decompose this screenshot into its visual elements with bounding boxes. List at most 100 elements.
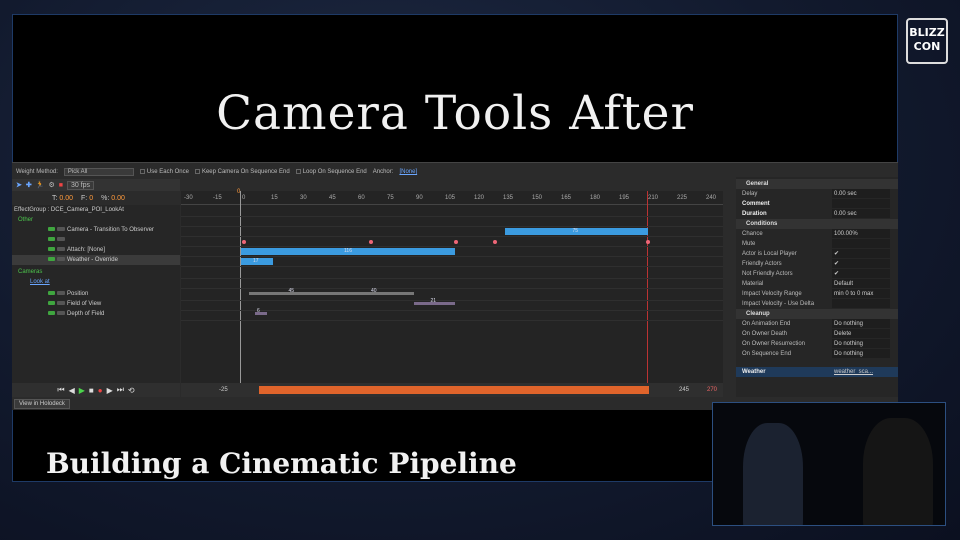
property-section-header[interactable]: Cleanup [736, 309, 898, 319]
weather-property-row[interactable]: Weather weather_sca... [736, 367, 898, 377]
tree-row[interactable]: Other [12, 215, 180, 225]
time-readout: T: 0.00 F: 0 %: 0.00 [52, 195, 125, 202]
property-key: Material [742, 281, 764, 287]
stop-icon[interactable]: ■ [89, 386, 94, 395]
loop-on-end-checkbox[interactable]: Loop On Sequence End [295, 168, 367, 175]
gear-icon[interactable]: ⚙ [48, 181, 54, 189]
record-icon[interactable]: ■ [59, 182, 63, 189]
solo-toggle-icon[interactable] [57, 257, 65, 262]
enable-toggle-icon[interactable] [48, 257, 55, 262]
run-icon[interactable]: 🏃 [36, 181, 45, 189]
clip-length-label: 116 [344, 248, 352, 254]
property-section-header[interactable]: Conditions [736, 219, 898, 229]
view-in-holodeck-button[interactable]: View in Holodeck [14, 399, 70, 409]
property-value[interactable] [832, 199, 890, 208]
anchor-link[interactable]: [None] [399, 169, 417, 175]
property-value[interactable]: 100.00% [832, 229, 890, 238]
solo-toggle-icon[interactable] [57, 291, 65, 296]
slide-subtitle: Building a Cinematic Pipeline [46, 447, 517, 480]
property-key: Duration [742, 211, 767, 217]
timeline-ruler[interactable]: -30 -15 0 15 30 45 60 75 90 105 120 135 150 165 180 195… [181, 189, 723, 205]
property-value[interactable]: min 0 to 0 max [832, 289, 890, 298]
range-start: -25 [219, 387, 228, 393]
timeline-track[interactable] [181, 237, 723, 247]
property-value[interactable]: Do nothing [832, 349, 890, 358]
keep-camera-checkbox[interactable]: Keep Camera On Sequence End [194, 168, 290, 176]
fps-select[interactable]: 30 fps [66, 180, 95, 190]
keyframe-dot[interactable] [493, 240, 497, 244]
ruler-tick: -30 [184, 195, 193, 201]
property-value[interactable]: Do nothing [832, 319, 890, 328]
solo-toggle-icon[interactable] [57, 311, 65, 316]
range-bar[interactable]: -25 245 270 [181, 383, 723, 397]
ruler-tick: 120 [474, 195, 485, 201]
property-value[interactable]: Default [832, 279, 890, 288]
enable-toggle-icon[interactable] [48, 291, 55, 296]
step-forward-icon[interactable]: ▶ [107, 386, 113, 395]
keyframe-dot[interactable] [454, 240, 458, 244]
tree-row[interactable]: Cameras [12, 267, 180, 277]
solo-toggle-icon[interactable] [57, 301, 65, 306]
tree-row[interactable]: Weather - Override [12, 255, 180, 265]
tree-row-label: Other [18, 217, 34, 223]
timeline-track[interactable] [181, 279, 723, 289]
range-slider[interactable] [259, 386, 649, 394]
property-value[interactable]: 0.00 sec [832, 209, 890, 218]
percent-label: %: [101, 195, 110, 202]
solo-toggle-icon[interactable] [57, 227, 65, 232]
tree-row[interactable]: EffectGroup : DCE_Camera_POI_LookAt [12, 205, 180, 215]
tree-row[interactable] [12, 235, 180, 245]
weight-method-select[interactable]: Pick All [63, 168, 134, 176]
skip-start-icon[interactable]: ⏮ [57, 385, 64, 395]
enable-toggle-icon[interactable] [48, 311, 55, 316]
skip-end-icon[interactable]: ⏭ [117, 385, 124, 395]
property-value[interactable]: 0.00 sec [832, 189, 890, 198]
property-value[interactable]: ✔ [832, 249, 890, 258]
keyframe-dot[interactable] [646, 240, 650, 244]
clip-length-label: 17 [253, 258, 259, 264]
property-value[interactable]: Do nothing [832, 339, 890, 348]
keep-camera-label: Keep Camera On Sequence End [201, 169, 290, 176]
sequence-editor: Weight Method: Pick All Use Each Once Ke… [12, 162, 898, 410]
enable-toggle-icon[interactable] [48, 301, 55, 306]
select-tool-icon[interactable]: ➤ [16, 181, 22, 189]
step-back-icon[interactable]: ◀ [69, 386, 75, 395]
add-icon[interactable]: ✚ [26, 181, 32, 189]
property-row: On Owner Death Delete [736, 329, 898, 339]
tree-row[interactable]: Field of View [12, 299, 180, 309]
record-button-icon[interactable]: ● [98, 386, 103, 395]
enable-toggle-icon[interactable] [48, 237, 55, 242]
solo-toggle-icon[interactable] [57, 247, 65, 252]
sequence-options-bar: Weight Method: Pick All Use Each Once Ke… [12, 167, 732, 177]
property-value[interactable] [832, 299, 890, 308]
use-each-once-label: Use Each Once [146, 169, 189, 176]
ruler-tick: 240 [706, 195, 717, 201]
timeline-track[interactable] [181, 269, 723, 279]
timeline-toolbar: ➤ ✚ 🏃 ⚙ ■ 30 fps [12, 179, 180, 191]
property-value[interactable]: ✔ [832, 259, 890, 268]
ruler-tick: -15 [213, 195, 222, 201]
keyframe-dot[interactable] [369, 240, 373, 244]
weather-value-link[interactable]: weather_sca... [832, 367, 890, 376]
tree-row[interactable]: Position [12, 289, 180, 299]
timeline-track[interactable] [181, 207, 723, 217]
keyframe-dot[interactable] [242, 240, 246, 244]
property-value[interactable] [832, 239, 890, 248]
speaker-right [863, 418, 933, 525]
enable-toggle-icon[interactable] [48, 247, 55, 252]
enable-toggle-icon[interactable] [48, 227, 55, 232]
play-icon[interactable]: ▶ [79, 386, 85, 395]
timeline-area[interactable]: -30 -15 0 15 30 45 60 75 90 105 120 135 150 165 180 195… [181, 189, 723, 383]
property-section-header[interactable]: General [736, 179, 898, 189]
tree-row[interactable]: Look at [12, 277, 180, 287]
loop-icon[interactable]: ⟲ [128, 386, 135, 395]
tree-row[interactable]: Depth of Field [12, 309, 180, 319]
tree-row[interactable]: Camera - Transition To Observer [12, 225, 180, 235]
solo-toggle-icon[interactable] [57, 237, 65, 242]
property-value[interactable]: ✔ [832, 269, 890, 278]
tree-row[interactable]: Attach: [None] [12, 245, 180, 255]
use-each-once-checkbox[interactable]: Use Each Once [139, 168, 189, 176]
clip-length-label: 45 [288, 288, 295, 294]
property-value[interactable]: Delete [832, 329, 890, 338]
timeline-track[interactable] [181, 217, 723, 227]
